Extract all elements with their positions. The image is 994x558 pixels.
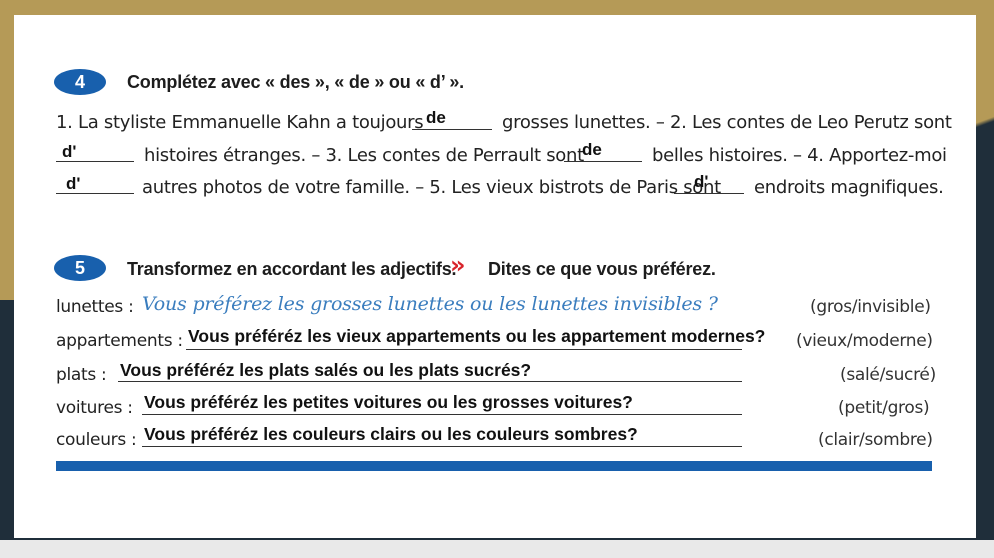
row-label-plats: plats :	[56, 365, 107, 385]
row-label-lunettes: lunettes :	[56, 297, 134, 317]
ex4-answer-4: d'	[66, 174, 81, 193]
row-blank-voitures[interactable]	[142, 414, 742, 415]
exercise-4-badge: 4	[54, 69, 106, 95]
ex4-blank-3[interactable]	[564, 161, 642, 162]
exercise-4-title: Complétez avec « des », « de » ou « d’ »…	[127, 72, 464, 92]
exercise-5-badge: 5	[54, 255, 106, 281]
row-label-appartements: appartements :	[56, 331, 183, 351]
ex4-line3-post: endroits magnifiques.	[754, 177, 944, 198]
ex4-answer-1: de	[426, 108, 446, 127]
row-blank-appartements[interactable]	[186, 349, 742, 350]
worksheet: 4 Complétez avec « des », « de » ou « d’…	[14, 15, 976, 538]
row-answer-voitures: Vous préféréz les petites voitures ou le…	[144, 392, 633, 412]
row-hint-plats: (salé/sucré)	[840, 365, 936, 385]
exercise-5-subtitle: Dites ce que vous préférez.	[488, 259, 716, 279]
row-blank-couleurs[interactable]	[142, 446, 742, 447]
row-blank-plats[interactable]	[118, 381, 742, 382]
ex4-line2-post: belles histoires. – 4. Apportez-moi	[652, 145, 947, 166]
row-answer-appartements: Vous préféréz les vieux appartements ou …	[188, 326, 766, 346]
row-hint-appartements: (vieux/moderne)	[796, 331, 933, 351]
row-hint-lunettes: (gros/invisible)	[810, 297, 931, 317]
ex4-line2-mid: histoires étranges. – 3. Les contes de P…	[144, 145, 584, 166]
exercise-5-title: Transformez en accordant les adjectifs.	[127, 259, 457, 279]
row-label-couleurs: couleurs :	[56, 430, 137, 450]
double-chevron-icon: »	[450, 251, 465, 279]
ex4-line1-post: grosses lunettes. – 2. Les contes de Leo…	[502, 112, 952, 133]
ex4-answer-3: de	[582, 140, 602, 159]
ex4-blank-5[interactable]	[674, 193, 744, 194]
ex4-answer-5: d'	[694, 172, 709, 191]
ex4-answer-2: d'	[62, 142, 77, 161]
row-hint-voitures: (petit/gros)	[838, 398, 930, 418]
row-answer-couleurs: Vous préféréz les couleurs clairs ou les…	[144, 424, 638, 444]
background-band	[0, 540, 994, 558]
row-label-voitures: voitures :	[56, 398, 133, 418]
bottom-blue-bar	[56, 461, 932, 471]
ex4-blank-1[interactable]	[412, 129, 492, 130]
row-answer-plats: Vous préféréz les plats salés ou les pla…	[120, 360, 532, 380]
row-hint-couleurs: (clair/sombre)	[818, 430, 933, 450]
example-answer: Vous préférez les grosses lunettes ou le…	[142, 293, 718, 315]
ex4-line1-pre: 1. La styliste Emmanuelle Kahn a toujour…	[56, 112, 424, 133]
ex4-line3-mid: autres photos de votre famille. – 5. Les…	[142, 177, 721, 198]
